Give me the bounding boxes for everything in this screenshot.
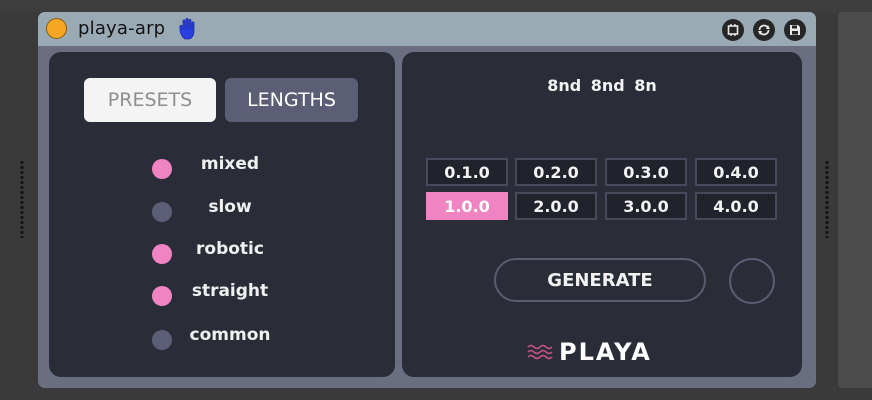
refresh-icon[interactable] <box>753 19 775 41</box>
toggle-dot-icon[interactable] <box>152 159 172 179</box>
device-body: PRESETS LENGTHS mixed slow robotic strai… <box>38 46 816 388</box>
trigger-knob[interactable] <box>729 258 775 304</box>
length-cell-0-3-0[interactable]: 0.3.0 <box>605 158 687 186</box>
toggle-dot-icon[interactable] <box>152 286 172 306</box>
brand-logo: PLAYA <box>527 338 677 368</box>
length-cell-0-2-0[interactable]: 0.2.0 <box>515 158 597 186</box>
device-window: playa-arp PRESETS LENGTHS mixed slow rob… <box>38 12 816 388</box>
tab-lengths[interactable]: LENGTHS <box>225 78 358 122</box>
save-icon[interactable] <box>784 19 806 41</box>
left-resize-grip[interactable] <box>20 160 24 238</box>
preset-label: straight <box>191 281 269 301</box>
brand-wordmark: PLAYA <box>559 338 652 366</box>
generate-button[interactable]: GENERATE <box>494 258 706 302</box>
length-cell-1-0-0[interactable]: 1.0.0 <box>426 192 508 220</box>
preset-option-common[interactable]: common <box>149 323 289 353</box>
toggle-dot-icon[interactable] <box>152 330 172 350</box>
toggle-dot-icon[interactable] <box>152 244 172 264</box>
tab-presets[interactable]: PRESETS <box>84 78 216 122</box>
power-dot-icon[interactable] <box>46 18 67 39</box>
background-strip <box>0 0 872 12</box>
lengths-panel: 8nd 8nd 8n 0.1.0 0.2.0 0.3.0 0.4.0 1.0.0… <box>402 52 802 377</box>
preset-label: slow <box>208 197 252 217</box>
length-cell-4-0-0[interactable]: 4.0.0 <box>695 192 777 220</box>
preset-option-mixed[interactable]: mixed <box>149 152 289 182</box>
toggle-dot-icon[interactable] <box>152 202 172 222</box>
preset-option-straight[interactable]: straight <box>149 279 289 309</box>
length-cell-0-1-0[interactable]: 0.1.0 <box>426 158 508 186</box>
preset-label: common <box>189 325 271 345</box>
lengths-readout: 8nd 8nd 8n <box>547 76 657 95</box>
waves-icon <box>527 344 553 360</box>
device-title: playa-arp <box>78 18 166 39</box>
adjacent-device-panel <box>838 12 872 388</box>
preset-option-robotic[interactable]: robotic <box>149 237 289 267</box>
hand-icon <box>178 17 200 41</box>
right-resize-grip[interactable] <box>825 160 829 238</box>
preset-label: robotic <box>196 239 264 259</box>
presets-panel: PRESETS LENGTHS mixed slow robotic strai… <box>49 52 395 377</box>
device-title-bar: playa-arp <box>38 12 816 46</box>
preset-label: mixed <box>200 154 260 174</box>
length-cell-0-4-0[interactable]: 0.4.0 <box>695 158 777 186</box>
preset-option-slow[interactable]: slow <box>149 195 289 225</box>
length-cell-3-0-0[interactable]: 3.0.0 <box>605 192 687 220</box>
length-cell-2-0-0[interactable]: 2.0.0 <box>515 192 597 220</box>
freeze-icon[interactable] <box>722 19 744 41</box>
